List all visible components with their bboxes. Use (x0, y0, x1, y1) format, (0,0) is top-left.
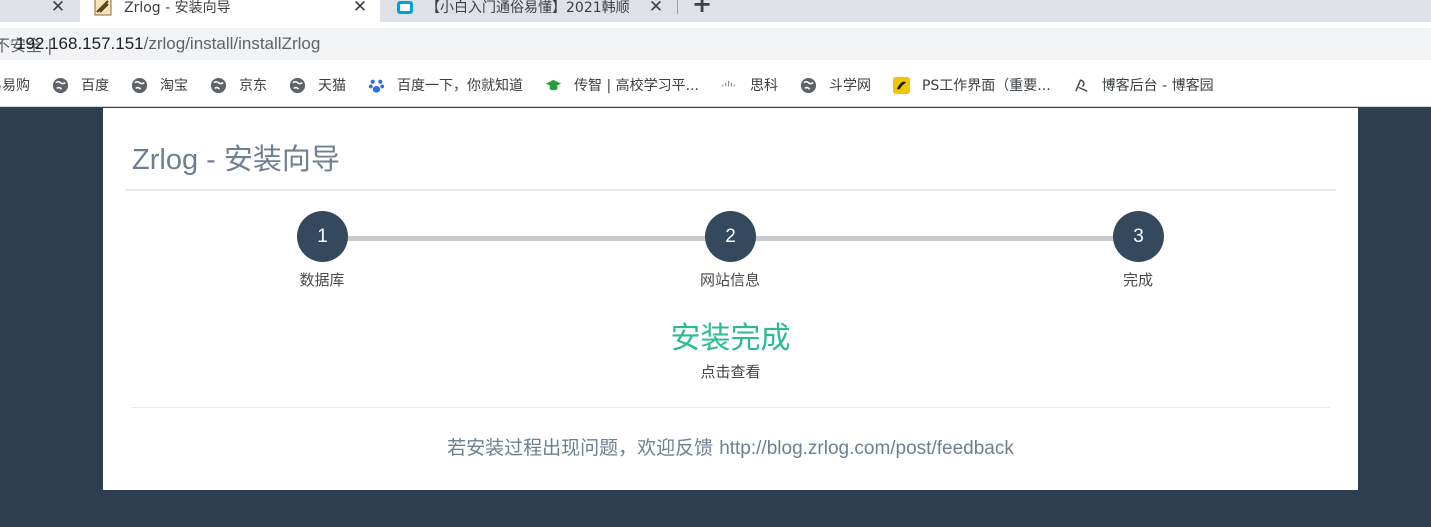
bookmark-label: 百度一下，你就知道 (397, 78, 523, 94)
ps-icon (892, 76, 910, 94)
bookmark-label: 博客后台 - 博客园 (1101, 78, 1214, 94)
bookmarks-bar: 网易易购 百度 淘宝 京东 天猫 百度一下，你就知道 传智 | 高校学习平...… (0, 64, 1431, 107)
view-site-link[interactable]: 点击查看 (103, 361, 1358, 382)
baidu-paw-icon (368, 79, 385, 93)
globe-icon (800, 77, 817, 93)
omnibox[interactable]: 不安全 | 192.168.157.151/zrlog/install/inst… (0, 28, 1431, 60)
close-icon[interactable]: ✕ (350, 0, 370, 17)
bookmark-label: 淘宝 (160, 78, 188, 94)
bookmark-cisco[interactable]: 思科 (721, 75, 778, 95)
bilibili-tv-icon (397, 1, 413, 14)
footer-divider (131, 407, 1330, 408)
bookmark-ps[interactable]: PS工作界面（重要... (892, 75, 1051, 95)
bookmark-cnblogs[interactable]: 博客后台 - 博客园 (1073, 75, 1214, 95)
globe-icon (289, 77, 306, 93)
site-info-indicator[interactable]: 不安全 | (0, 32, 52, 56)
mortarboard-icon (545, 79, 562, 90)
bookmark-baidu-search[interactable]: 百度一下，你就知道 (368, 75, 523, 95)
feedback-link[interactable]: http://blog.zrlog.com/post/feedback (719, 438, 1014, 459)
close-icon[interactable]: ✕ (646, 0, 666, 17)
tab-separator (677, 0, 678, 14)
globe-icon (210, 77, 227, 93)
step-2-circle: 2 (705, 211, 756, 262)
bookmark-baidu[interactable]: 百度 (52, 75, 109, 95)
tab-title: 【小白入门通俗易懂】2021韩顺 (426, 0, 630, 16)
feedback-notice: 若安装过程出现问题，欢迎反馈 http://blog.zrlog.com/pos… (103, 433, 1358, 460)
install-complete-heading: 安装完成 (670, 321, 791, 356)
step-2-label: 网站信息 (699, 271, 760, 289)
bookmark-label: 网易易购 (0, 78, 30, 94)
feedback-text: 若安装过程出现问题，欢迎反馈 (447, 437, 720, 459)
url-host: 192.168.157.151 (16, 34, 144, 53)
globe-icon (131, 77, 148, 93)
globe-icon (52, 77, 69, 93)
browser-tab-bar: ✕ Zrlog - 安装向导 ✕ 【小白入门通俗易懂】2021韩顺 ✕ + (0, 0, 1431, 22)
bookmark-label: 京东 (239, 78, 267, 94)
step-3-circle: 3 (1113, 211, 1164, 262)
bookmark-label: 百度 (81, 78, 109, 94)
cnblogs-icon (1074, 78, 1088, 92)
tab-previous[interactable]: ✕ (0, 0, 80, 22)
bookmark-label: 斗学网 (828, 78, 871, 94)
zrlog-favicon-icon (94, 0, 112, 16)
bookmark-label: 思科 (749, 78, 778, 94)
step-1-label: 数据库 (299, 271, 345, 289)
bookmark-jd[interactable]: 京东 (210, 75, 267, 95)
step-3-label: 完成 (1122, 271, 1153, 289)
url-text[interactable]: 192.168.157.151/zrlog/install/installZrl… (16, 34, 320, 54)
bookmark-douxue[interactable]: 斗学网 (800, 75, 871, 95)
bookmark-taobao[interactable]: 淘宝 (131, 75, 188, 95)
tab-zrlog-install[interactable]: Zrlog - 安装向导 ✕ (80, 0, 380, 22)
install-wizard-card: Zrlog - 安装向导 1 数据库 2 网站信息 3 完成 安装完成 点击查看… (103, 108, 1358, 490)
bookmark-wangyi[interactable]: 网易易购 (0, 75, 30, 95)
url-path: /zrlog/install/installZrlog (143, 34, 321, 53)
bookmark-label: 传智 | 高校学习平... (574, 78, 699, 94)
page-title: Zrlog - 安装向导 (132, 144, 340, 176)
bookmark-label: PS工作界面（重要... (921, 78, 1051, 94)
bookmark-label: 天猫 (318, 78, 346, 94)
close-icon[interactable]: ✕ (48, 0, 68, 17)
address-bar: 不安全 | 192.168.157.151/zrlog/install/inst… (0, 22, 1431, 64)
bookmark-chuanzhi[interactable]: 传智 | 高校学习平... (545, 75, 699, 95)
new-tab-button[interactable]: + (692, 0, 712, 18)
cisco-icon (722, 80, 735, 86)
bookmark-tmall[interactable]: 天猫 (289, 75, 346, 95)
tab-title: Zrlog - 安装向导 (124, 0, 231, 16)
title-divider (126, 189, 1336, 191)
step-1-circle: 1 (297, 211, 348, 262)
tab-bilibili[interactable]: 【小白入门通俗易懂】2021韩顺 ✕ (382, 0, 676, 22)
